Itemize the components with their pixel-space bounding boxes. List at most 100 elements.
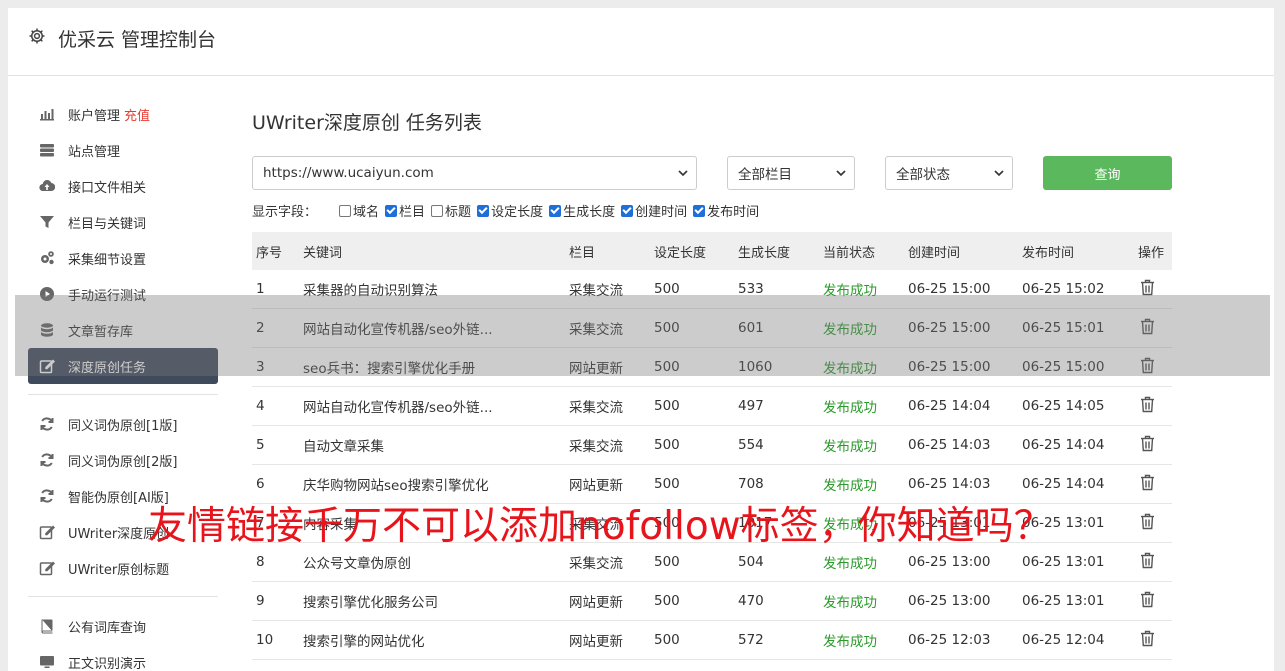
query-button[interactable]: 查询 (1043, 156, 1172, 190)
table-cell: 06-25 13:01 (1022, 593, 1105, 609)
table-cell: 06-25 12:04 (1022, 632, 1105, 648)
column-header: 设定长度 (654, 245, 707, 261)
status-cell: 发布成功 (823, 478, 877, 494)
field-checkbox[interactable]: 创建时间 (621, 201, 687, 220)
table-cell[interactable]: 网站自动化宣传机器/seo外链... (303, 396, 569, 416)
action-cell (1138, 630, 1172, 651)
column-header: 当前状态 (823, 245, 876, 261)
status-select-value: 全部状态 (896, 167, 950, 183)
sidebar-divider (28, 394, 218, 395)
action-cell (1138, 435, 1172, 456)
table-cell[interactable]: 庆华购物网站seo搜索引擎优化 (303, 474, 569, 494)
checkbox-unchecked-icon[interactable] (339, 204, 352, 217)
table-cell: 708 (738, 476, 764, 492)
sidebar-item[interactable]: 正文识别演示 (28, 644, 218, 671)
table-cell[interactable]: 自动文章采集 (303, 435, 569, 455)
trash-icon[interactable] (1140, 474, 1155, 491)
recharge-link[interactable]: 充值 (124, 105, 150, 124)
field-checkbox[interactable]: 发布时间 (693, 201, 759, 220)
edit-icon (38, 560, 56, 576)
field-checkbox[interactable]: 栏目 (385, 201, 425, 220)
sidebar: 账户管理 充值 站点管理 接口文件相关 栏目与关键词 采集细节设置 手动运行测试 文章暂存库深… (28, 96, 218, 671)
table-row: 10 搜索引擎的网站优化 网站更新 500 572 发布成功 06-25 12:03 06-2… (252, 621, 1172, 660)
chevron-down-icon (994, 170, 1004, 177)
table-row: 9 搜索引擎优化服务公司 网站更新 500 470 发布成功 06-25 13:00 06-2… (252, 582, 1172, 621)
table-cell: 500 (654, 554, 680, 570)
sidebar-item-label: UWriter原创标题 (68, 562, 170, 578)
refresh-icon (38, 488, 56, 504)
trash-icon[interactable] (1140, 630, 1155, 647)
table-cell: 06-25 14:05 (1022, 398, 1105, 414)
status-select[interactable]: 全部状态 (885, 156, 1013, 190)
column-header: 操作 (1138, 245, 1165, 261)
sidebar-item[interactable]: 栏目与关键词 (28, 204, 218, 240)
server-icon (38, 142, 56, 158)
status-cell: 发布成功 (823, 400, 877, 416)
table-cell: 06-25 13:01 (1022, 554, 1105, 570)
column-header: 关键词 (303, 245, 343, 261)
table-cell: 6 (256, 476, 265, 492)
field-checkbox-label: 栏目 (399, 205, 426, 220)
checkbox-unchecked-icon[interactable] (431, 204, 444, 217)
field-checkbox-label: 发布时间 (707, 205, 760, 220)
display-fields-label: 显示字段： (252, 205, 318, 220)
edit-icon (38, 524, 56, 540)
trash-icon[interactable] (1140, 435, 1155, 452)
trash-icon[interactable] (1140, 279, 1155, 296)
top-bar: 优采云 管理控制台 (8, 8, 1274, 76)
table-cell: 06-25 13:00 (908, 554, 991, 570)
column-header: 创建时间 (908, 245, 961, 261)
table-cell: 网站更新 (569, 478, 623, 494)
category-select-value: 全部栏目 (738, 167, 792, 183)
table-cell: 500 (654, 398, 680, 414)
table-cell: 网站更新 (569, 634, 623, 650)
field-checkbox-label: 生成长度 (563, 205, 616, 220)
field-checkbox[interactable]: 标题 (431, 201, 471, 220)
app-title: 优采云 管理控制台 (58, 29, 217, 51)
column-header: 栏目 (569, 245, 596, 261)
checkbox-checked-icon[interactable] (477, 204, 490, 217)
sidebar-item[interactable]: 接口文件相关 (28, 168, 218, 204)
table-row: 4 网站自动化宣传机器/seo外链... 采集交流 500 497 发布成功 06-25 1… (252, 387, 1172, 426)
table-cell: 504 (738, 554, 764, 570)
checkbox-checked-icon[interactable] (621, 204, 634, 217)
sidebar-item-label: 正文识别演示 (68, 656, 147, 671)
sidebar-item[interactable]: 同义词伪原创[1版] (28, 406, 218, 442)
sidebar-item[interactable]: 站点管理 (28, 132, 218, 168)
sidebar-item-label: 接口文件相关 (68, 180, 147, 196)
trash-icon[interactable] (1140, 591, 1155, 608)
field-checkbox[interactable]: 设定长度 (477, 201, 543, 220)
table-cell[interactable]: 搜索引擎优化服务公司 (303, 591, 569, 611)
sidebar-item[interactable]: 公有词库查询 (28, 608, 218, 644)
field-checkbox[interactable]: 域名 (339, 201, 379, 220)
sidebar-item[interactable]: UWriter原创标题 (28, 550, 218, 586)
table-cell: 9 (256, 593, 265, 609)
trash-icon[interactable] (1140, 552, 1155, 569)
trash-icon[interactable] (1140, 513, 1155, 530)
checkbox-checked-icon[interactable] (549, 204, 562, 217)
gear-icon[interactable] (28, 27, 46, 45)
table-cell: 5 (256, 437, 265, 453)
table-cell: 06-25 14:03 (908, 476, 991, 492)
table-cell: 500 (654, 593, 680, 609)
trash-icon[interactable] (1140, 396, 1155, 413)
sidebar-item[interactable]: 账户管理 充值 (28, 96, 218, 132)
checkbox-checked-icon[interactable] (693, 204, 706, 217)
checkbox-checked-icon[interactable] (385, 204, 398, 217)
table-cell: 采集交流 (569, 556, 623, 572)
table-cell: 06-25 13:00 (908, 593, 991, 609)
gears-icon (38, 250, 56, 266)
sidebar-item[interactable]: 同义词伪原创[2版] (28, 442, 218, 478)
sidebar-item-label: 采集细节设置 (68, 252, 147, 268)
table-cell[interactable]: 搜索引擎的网站优化 (303, 630, 569, 650)
table-cell: 06-25 14:04 (1022, 437, 1105, 453)
site-select[interactable]: https://www.ucaiyun.com (252, 156, 697, 190)
main-area: UWriter深度原创 任务列表 https://www.ucaiyun.com… (252, 96, 1172, 660)
table-cell[interactable]: 公众号文章伪原创 (303, 552, 569, 572)
status-cell: 发布成功 (823, 439, 877, 455)
field-checkbox-label: 域名 (353, 205, 380, 220)
field-checkbox[interactable]: 生成长度 (549, 201, 615, 220)
category-select[interactable]: 全部栏目 (727, 156, 855, 190)
status-cell: 发布成功 (823, 634, 877, 650)
sidebar-item[interactable]: 采集细节设置 (28, 240, 218, 276)
